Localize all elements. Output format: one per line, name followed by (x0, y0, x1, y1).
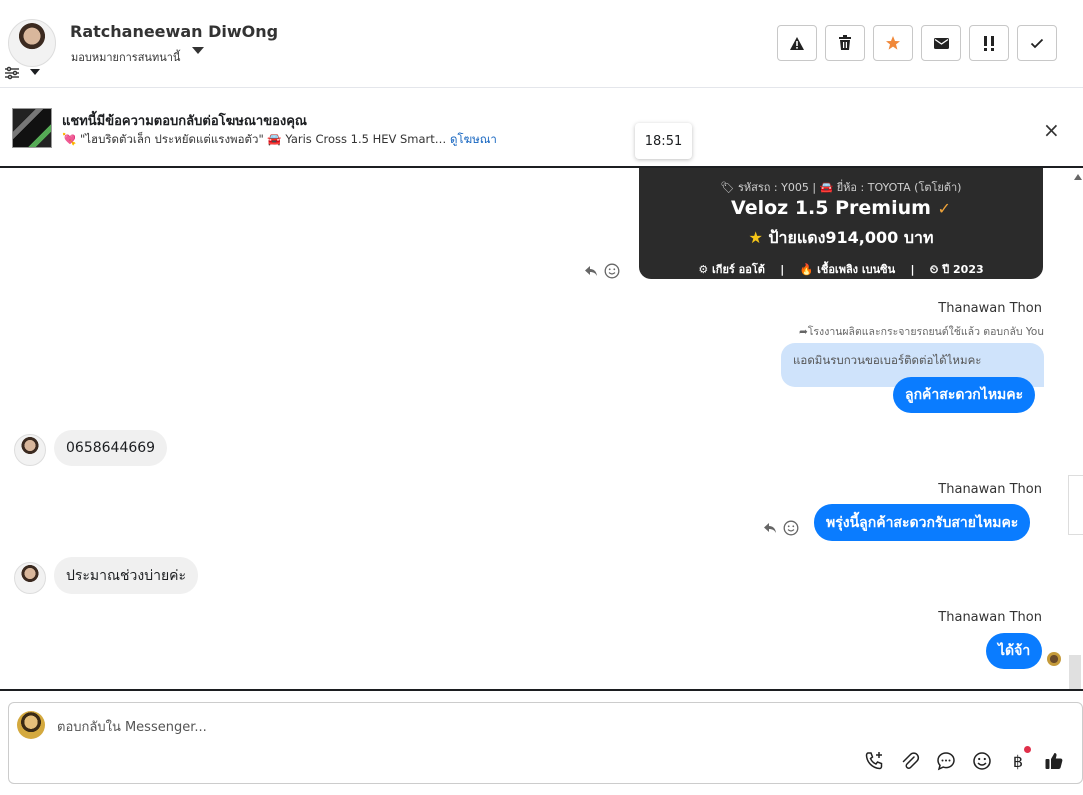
ad-caption: 💘 "ไฮบริดตัวเล็ก ประหยัดแต่แรงพอตัว" 🚘 Y… (62, 132, 447, 146)
chat-bubble-icon[interactable] (935, 750, 957, 772)
follow-up-button[interactable] (969, 25, 1009, 61)
close-banner-button[interactable]: × (1043, 118, 1060, 142)
divider (0, 689, 1083, 691)
incoming-message[interactable]: 0658644669 (54, 430, 168, 466)
contact-name: Ratchaneewan DiwOng (70, 22, 279, 41)
contact-avatar[interactable] (8, 19, 56, 67)
car-price: ★ ป้ายแดง914,000 บาท (639, 226, 1043, 251)
delete-button[interactable] (825, 25, 865, 61)
car-model: Veloz 1.5 Premium ✓ (639, 197, 1043, 219)
ad-thumbnail[interactable] (12, 108, 52, 148)
ad-reply-banner: แชทนี้มีข้อความตอบกลับต่อโฆษณาของคุณ 💘 "… (0, 88, 1083, 168)
car-specs: ⚙ เกียร์ ออโต้ | 🔥 เชื้อเพลิง เบนซิน | ⏲… (698, 263, 984, 276)
scrollbar-thumb[interactable] (1069, 655, 1081, 690)
car-meta: 🏷 รหัสรถ : Y005 | 🚘 ยี่ห้อ : TOYOTA (โตโ… (720, 181, 962, 194)
scroll-up-icon[interactable] (1074, 174, 1082, 180)
paperclip-icon[interactable] (899, 750, 921, 772)
assign-conversation-link[interactable]: มอบหมายการสนทนานี้ (71, 48, 180, 66)
spam-button[interactable] (777, 25, 817, 61)
emoji-react-icon[interactable] (604, 263, 620, 279)
car-listing-card[interactable]: 🏷 รหัสรถ : Y005 | 🚘 ยี่ห้อ : TOYOTA (โตโ… (639, 168, 1043, 279)
ad-banner-subtitle: 💘 "ไฮบริดตัวเล็ก ประหยัดแต่แรงพอตัว" 🚘 Y… (62, 131, 497, 149)
contact-avatar[interactable] (14, 562, 46, 594)
mark-done-button[interactable] (1017, 25, 1057, 61)
emoji-react-icon[interactable] (783, 520, 799, 536)
composer (8, 702, 1083, 784)
car-model-name: Veloz 1.5 Premium (731, 197, 931, 219)
star-icon (885, 35, 901, 51)
view-ad-link[interactable]: ดูโฆษณา (450, 132, 497, 146)
contact-avatar[interactable] (14, 434, 46, 466)
outgoing-message[interactable]: ลูกค้าสะดวกไหมคะ (893, 377, 1036, 413)
check-icon (1030, 38, 1044, 49)
reply-input[interactable] (57, 718, 757, 736)
mark-unread-button[interactable] (921, 25, 961, 61)
envelope-icon (933, 37, 949, 49)
page-avatar (17, 711, 45, 739)
star-icon: ★ (748, 228, 763, 247)
timestamp-tooltip: 18:51 (635, 123, 692, 159)
seen-avatar (1047, 652, 1061, 666)
chevron-down-icon[interactable] (192, 47, 204, 54)
ad-banner-title: แชทนี้มีข้อความตอบกลับต่อโฆษณาของคุณ (62, 114, 307, 129)
chevron-down-icon[interactable] (30, 69, 40, 75)
outgoing-message[interactable]: ได้จ้า (986, 633, 1043, 669)
reply-meta: ➦โรงงานผลิตและกระจายรถยนต์ใช้แล้ว ตอบกลั… (798, 326, 1044, 338)
message-actions (584, 263, 620, 279)
call-add-icon[interactable] (863, 750, 885, 772)
star-button[interactable] (873, 25, 913, 61)
message-actions (763, 520, 799, 536)
baht-icon[interactable]: ฿ (1007, 750, 1029, 772)
sender-name: Thanawan Thon (938, 301, 1042, 316)
notification-dot (1024, 746, 1031, 753)
filter-icon[interactable] (4, 66, 20, 80)
conversation-header: Ratchaneewan DiwOng มอบหมายการสนทนานี้ (0, 0, 1083, 88)
trash-icon (838, 35, 852, 51)
verified-icon: ✓ (937, 199, 951, 218)
emoji-icon[interactable] (971, 750, 993, 772)
car-price-text: ป้ายแดง914,000 บาท (768, 228, 934, 247)
incoming-message[interactable]: ประมาณช่วงบ่ายค่ะ (54, 557, 199, 594)
sender-name: Thanawan Thon (938, 610, 1042, 625)
warning-icon (789, 36, 805, 51)
reply-icon[interactable] (584, 265, 598, 277)
reply-icon[interactable] (763, 522, 777, 534)
side-panel-edge[interactable] (1068, 475, 1083, 535)
sender-name: Thanawan Thon (938, 482, 1042, 497)
double-exclamation-icon (982, 35, 996, 51)
thumbs-up-icon[interactable] (1043, 750, 1065, 772)
outgoing-message[interactable]: พรุ่งนี้ลูกค้าสะดวกรับสายไหมคะ (814, 504, 1031, 541)
